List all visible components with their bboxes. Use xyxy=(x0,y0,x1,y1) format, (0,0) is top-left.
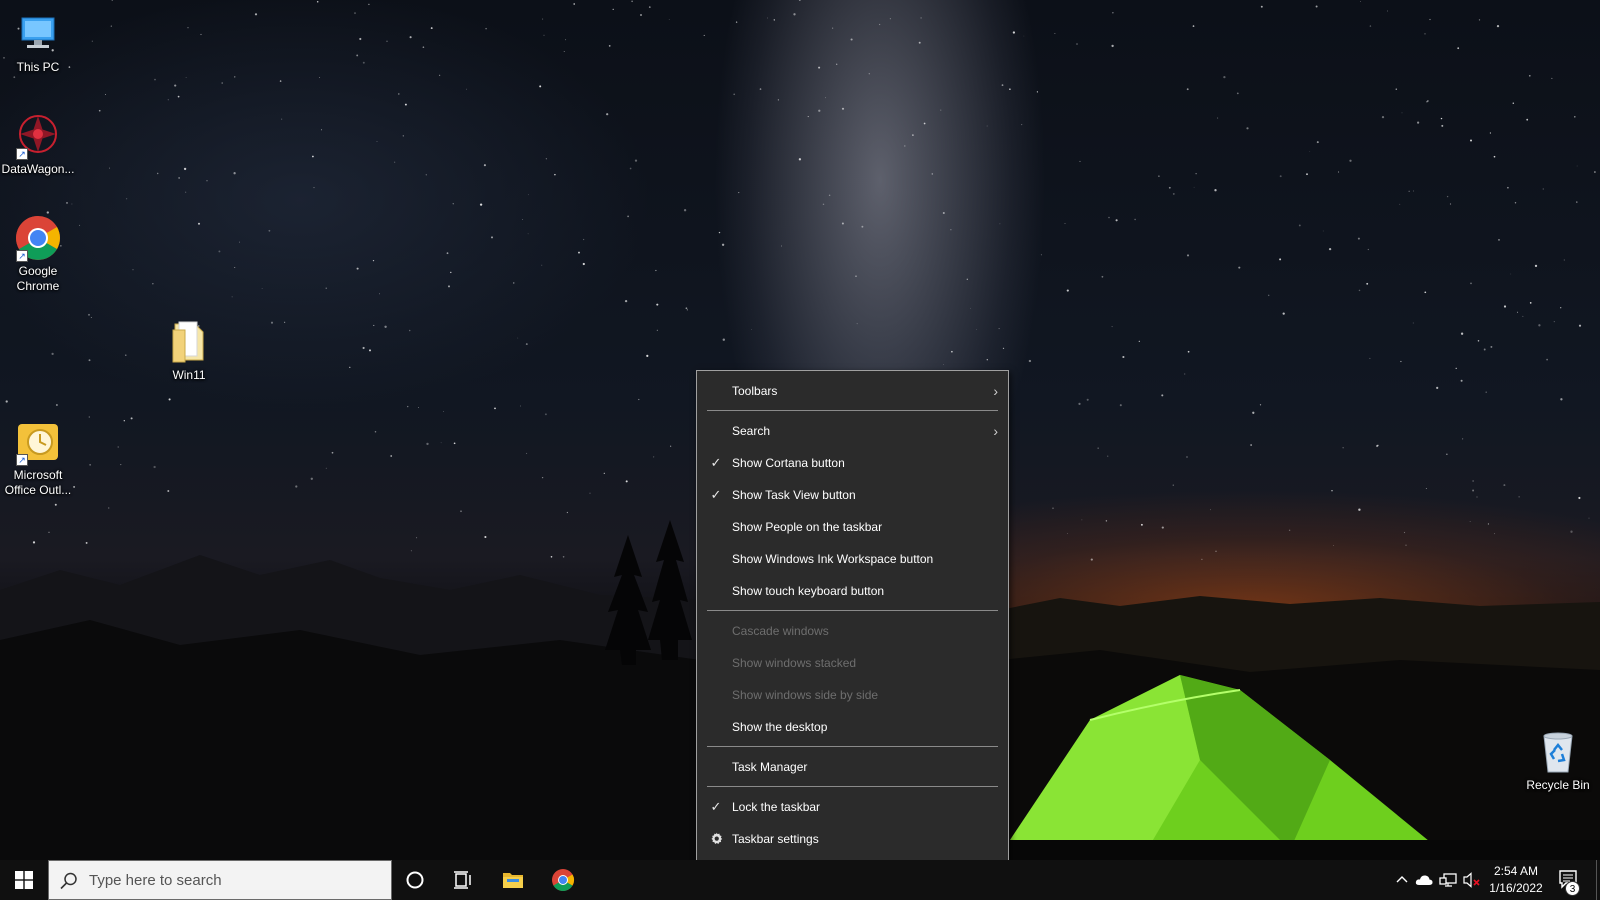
menu-item-label: Show the desktop xyxy=(732,720,828,734)
menu-item-label: Taskbar settings xyxy=(732,832,819,846)
menu-item-label: Show windows side by side xyxy=(732,688,879,702)
menu-separator xyxy=(707,786,998,787)
onedrive-icon[interactable] xyxy=(1415,873,1433,887)
desktop-icon-label: Win11 xyxy=(172,368,206,382)
chrome-taskbar-button[interactable] xyxy=(540,860,586,900)
checkmark-icon: ✓ xyxy=(710,455,722,470)
taskbar-context-menu: Toolbars › Search › ✓ Show Cortana butto… xyxy=(696,370,1009,872)
shortcut-arrow-icon: ↗ xyxy=(16,454,28,466)
chrome-icon: ↗ xyxy=(14,214,62,262)
volume-muted-icon[interactable] xyxy=(1463,872,1481,888)
gear-icon xyxy=(708,823,724,855)
menu-item-cascade-windows: Cascade windows xyxy=(697,615,1008,647)
recycle-bin-icon xyxy=(1534,728,1582,776)
menu-item-label: Show windows stacked xyxy=(732,656,857,670)
desktop-icon-win11[interactable]: Win11 xyxy=(151,318,227,383)
menu-item-label: Show touch keyboard button xyxy=(732,584,885,598)
chrome-icon xyxy=(552,869,574,891)
menu-item-show-people[interactable]: Show People on the taskbar xyxy=(697,511,1008,543)
menu-item-label: Task Manager xyxy=(732,760,808,774)
cortana-button[interactable] xyxy=(392,860,438,900)
checkmark-icon: ✓ xyxy=(710,487,722,502)
clock-time: 2:54 AM xyxy=(1493,864,1539,878)
cortana-icon xyxy=(406,871,424,889)
menu-item-label: Search xyxy=(732,424,771,438)
search-icon xyxy=(60,872,77,890)
menu-item-show-ink-workspace[interactable]: Show Windows Ink Workspace button xyxy=(697,543,1008,575)
start-button[interactable] xyxy=(0,860,48,900)
desktop-icon-label: This PC xyxy=(16,60,60,74)
menu-separator xyxy=(707,610,998,611)
desktop-icon-outlook[interactable]: ↗ Microsoft Office Outl... xyxy=(0,418,76,498)
desktop-icon-recycle-bin[interactable]: Recycle Bin xyxy=(1520,728,1596,793)
desktop-icon-label: Recycle Bin xyxy=(1526,778,1590,792)
desktop-icon-google-chrome[interactable]: ↗ Google Chrome xyxy=(0,214,76,294)
desktop-icon-label: Google Chrome xyxy=(16,264,60,293)
menu-item-search[interactable]: Search › xyxy=(697,415,1008,447)
menu-item-label: Lock the taskbar xyxy=(732,800,821,814)
datawagon-icon: ↗ xyxy=(14,112,62,160)
menu-item-label: Show Windows Ink Workspace button xyxy=(732,552,934,566)
menu-item-task-manager[interactable]: Task Manager xyxy=(697,751,1008,783)
network-icon[interactable] xyxy=(1439,872,1457,888)
shortcut-arrow-icon: ↗ xyxy=(16,148,28,160)
menu-item-label: Show Cortana button xyxy=(732,456,845,470)
taskbar: Type here to search 2:54 AM 1/16/2022 3 xyxy=(0,860,1600,900)
menu-item-show-task-view-button[interactable]: ✓ Show Task View button xyxy=(697,479,1008,511)
task-view-button[interactable] xyxy=(440,860,486,900)
checkmark-icon: ✓ xyxy=(710,799,722,814)
menu-item-label: Show People on the taskbar xyxy=(732,520,883,534)
desktop-icon-datawagon[interactable]: ↗ DataWagon... xyxy=(0,112,76,177)
menu-item-show-windows-stacked: Show windows stacked xyxy=(697,647,1008,679)
task-view-icon xyxy=(454,871,471,889)
taskbar-clock[interactable]: 2:54 AM 1/16/2022 xyxy=(1488,863,1544,897)
taskbar-search-box[interactable]: Type here to search xyxy=(48,860,392,900)
file-explorer-button[interactable] xyxy=(490,860,536,900)
chevron-right-icon: › xyxy=(993,383,998,399)
menu-item-toolbars[interactable]: Toolbars › xyxy=(697,375,1008,407)
menu-item-label: Cascade windows xyxy=(732,624,829,638)
shortcut-arrow-icon: ↗ xyxy=(16,250,28,262)
notification-count-badge: 3 xyxy=(1565,881,1580,896)
menu-item-show-cortana-button[interactable]: ✓ Show Cortana button xyxy=(697,447,1008,479)
menu-item-lock-the-taskbar[interactable]: ✓ Lock the taskbar xyxy=(697,791,1008,823)
menu-item-show-windows-side-by-side: Show windows side by side xyxy=(697,679,1008,711)
desktop-icon-label: Microsoft Office Outl... xyxy=(4,468,72,497)
outlook-icon: ↗ xyxy=(14,418,62,466)
menu-item-label: Show Task View button xyxy=(732,488,856,502)
file-explorer-icon xyxy=(503,873,523,888)
menu-item-label: Toolbars xyxy=(732,384,778,398)
folder-icon xyxy=(165,318,213,366)
desktop-icon-label: DataWagon... xyxy=(1,162,75,176)
menu-separator xyxy=(707,746,998,747)
show-desktop-button[interactable] xyxy=(1596,860,1600,900)
menu-separator xyxy=(707,410,998,411)
menu-item-show-touch-keyboard[interactable]: Show touch keyboard button xyxy=(697,575,1008,607)
windows-logo-icon xyxy=(15,871,33,889)
system-tray xyxy=(1385,860,1485,900)
chevron-right-icon: › xyxy=(993,423,998,439)
clock-date: 1/16/2022 xyxy=(1489,881,1543,895)
menu-item-show-the-desktop[interactable]: Show the desktop xyxy=(697,711,1008,743)
chevron-up-icon[interactable] xyxy=(1395,873,1409,887)
desktop-icon-this-pc[interactable]: This PC xyxy=(0,10,76,75)
search-placeholder: Type here to search xyxy=(89,872,222,889)
menu-item-taskbar-settings[interactable]: Taskbar settings xyxy=(697,823,1008,855)
computer-icon xyxy=(14,10,62,58)
